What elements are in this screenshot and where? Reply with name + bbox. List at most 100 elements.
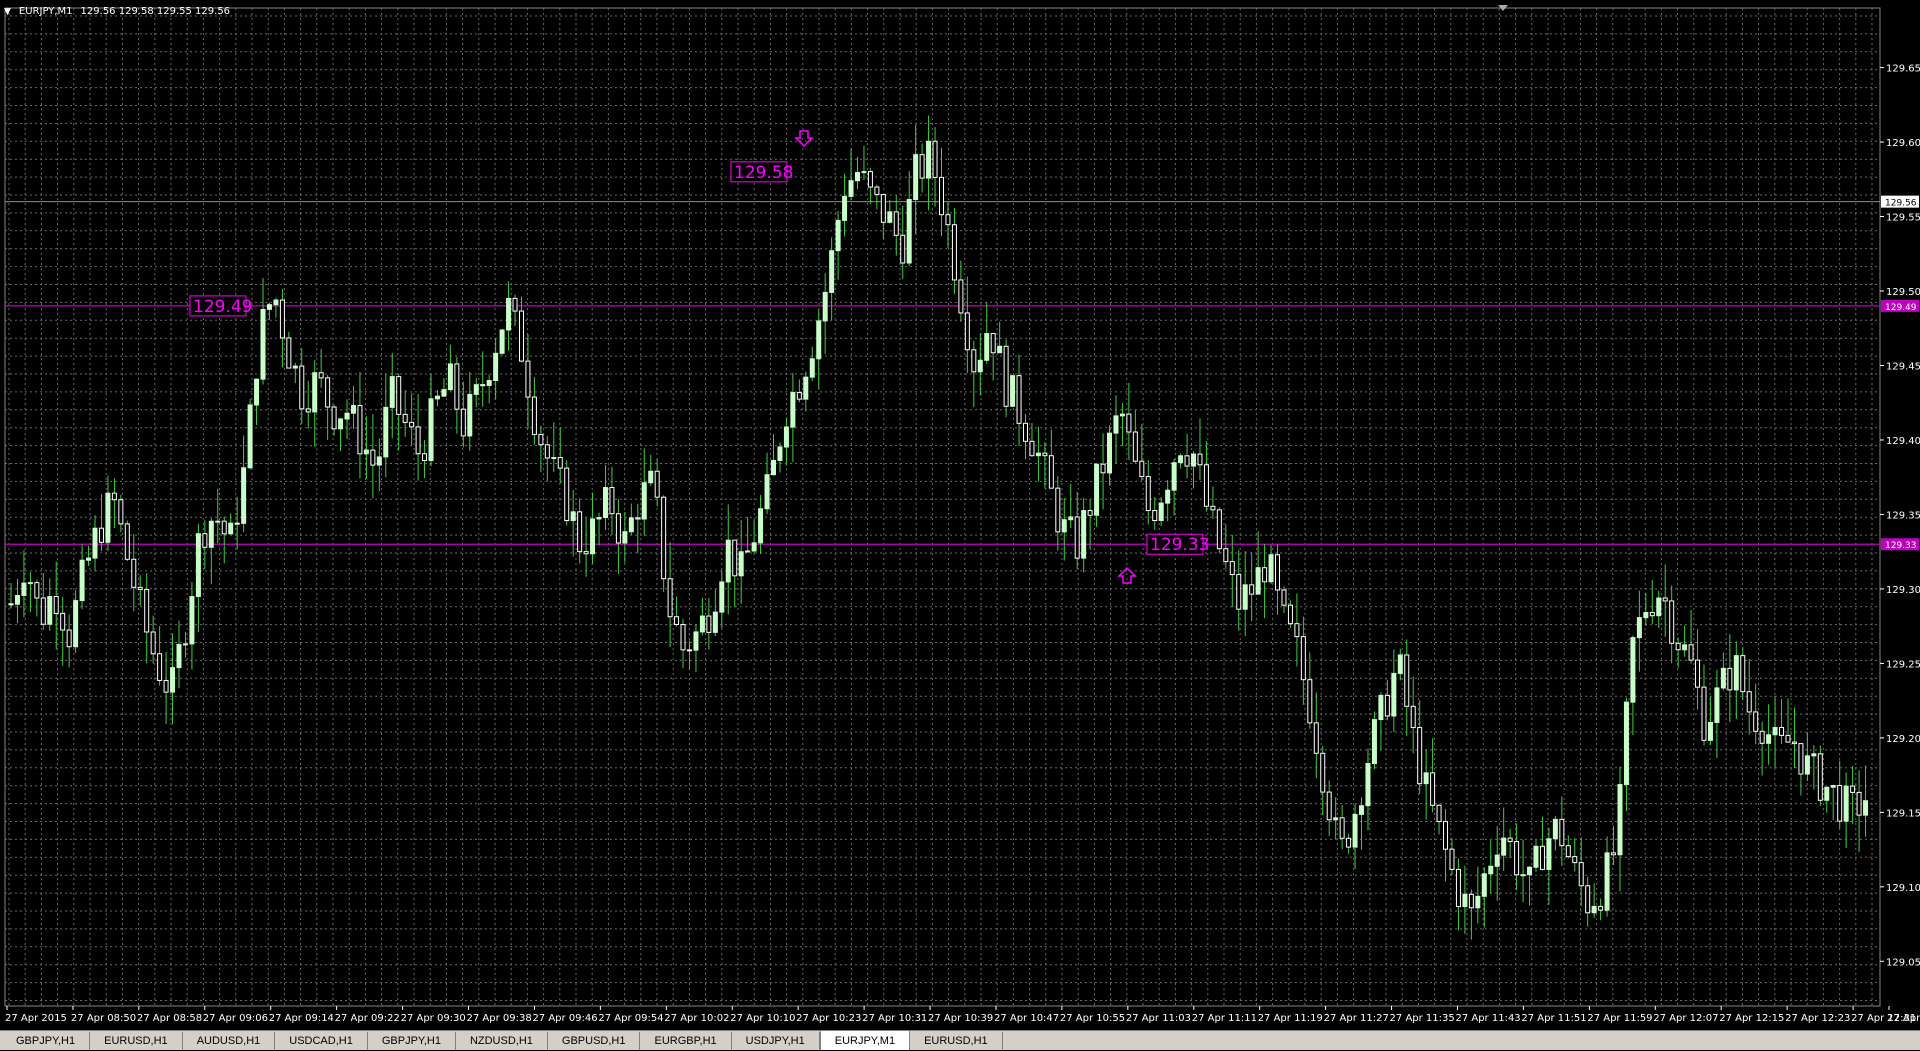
candle-bull (622, 531, 628, 544)
candle-bull (1371, 719, 1377, 765)
candle-bear (415, 426, 421, 455)
candle-bull (628, 517, 634, 533)
candle-bear (1126, 413, 1132, 433)
chart-tab[interactable]: NZDUSD,H1 (456, 1032, 548, 1050)
candle-bear (1779, 727, 1785, 736)
time-axis-label: 27 Apr 09:14 (269, 1013, 334, 1024)
candle-bear (1042, 452, 1048, 457)
collapse-triangle-icon[interactable]: ▼ (4, 7, 11, 17)
chart-tab[interactable]: EURUSD,H1 (910, 1032, 1003, 1050)
candle-bear (1785, 734, 1791, 743)
candle-bear (111, 492, 117, 501)
chart-tab[interactable]: AUDUSD,H1 (183, 1032, 276, 1050)
candle-bull (1720, 667, 1726, 689)
candle-bull (777, 446, 783, 461)
candle-bear (1281, 589, 1287, 606)
candle-bull (1617, 784, 1623, 856)
candle-bear (98, 527, 104, 543)
candle-bear (654, 470, 660, 498)
candle-bear (60, 612, 66, 631)
candle-bear (286, 337, 292, 369)
candle-bull (79, 559, 85, 602)
candle-bear (1430, 772, 1436, 806)
time-axis-label: 27 Apr 09:46 (532, 1013, 597, 1024)
candle-bull (350, 405, 356, 414)
level-text-label: 129.49 (193, 297, 252, 317)
price-chart[interactable]: 129.65 129.60 129.55 129.50 129.45 129.40 129.… (0, 0, 1920, 1030)
candle-bull (344, 412, 350, 420)
candle-bear (1695, 659, 1701, 688)
chart-tab[interactable]: GBPJPY,H1 (2, 1032, 91, 1050)
time-axis-label: 27 Apr 2015 (5, 1013, 67, 1024)
candle-bear (144, 588, 150, 633)
candle-bear (53, 596, 59, 614)
candle-bull (770, 459, 776, 476)
candle-bear (409, 421, 415, 428)
arrow-down-icon (794, 130, 814, 148)
chart-tab[interactable]: GBPJPY,H1 (368, 1032, 456, 1050)
candle-bull (596, 517, 602, 520)
candle-bear (1003, 345, 1009, 407)
candle-bear (609, 487, 615, 515)
candle-bear (1746, 691, 1752, 713)
time-axis-label: 27 Apr 09:22 (335, 1013, 400, 1024)
candle-bull (887, 211, 893, 223)
chart-tab[interactable]: GBPUSD,H1 (548, 1032, 641, 1050)
chart-tab[interactable]: EURUSD,H1 (90, 1032, 183, 1050)
candle-bear (945, 214, 951, 226)
candle-bear (544, 444, 550, 459)
candle-bull (699, 615, 705, 633)
candle-bull (389, 376, 395, 408)
time-axis-label: 27 Apr 12:15 (1719, 1013, 1784, 1024)
candle-bear (1701, 686, 1707, 741)
candle-bear (454, 363, 460, 410)
chart-tab[interactable]: EURGBP,H1 (640, 1032, 732, 1050)
candle-bear (422, 453, 428, 462)
candle-bear (279, 299, 285, 339)
candle-bull (92, 527, 98, 559)
candle-bear (1016, 375, 1022, 424)
time-axis-label: 27 Apr 11:51 (1521, 1013, 1586, 1024)
chart-tab[interactable]: USDJPY,H1 (732, 1032, 820, 1050)
price-axis-label: 129.60 (1886, 138, 1920, 149)
candle-bear (1455, 868, 1461, 908)
chart-tab[interactable]: EURJPY,M1 (819, 1030, 911, 1050)
arrow-up-icon (1117, 566, 1137, 584)
candle-bull (260, 308, 266, 380)
candle-bull (1804, 755, 1810, 775)
time-axis-label: 27 Apr 09:06 (203, 1013, 268, 1024)
candle-bear (1339, 817, 1345, 839)
candle-bull (783, 426, 789, 448)
candle-bull (273, 299, 279, 306)
price-axis-label: 129.65 (1886, 64, 1920, 75)
candle-bull (506, 297, 512, 331)
candle-bear (674, 616, 680, 626)
candle-bull (1533, 845, 1539, 868)
candle-bull (1255, 567, 1261, 595)
candle-bear (557, 457, 563, 469)
time-axis-label: 27 Apr 10:31 (862, 1013, 927, 1024)
chart-window[interactable]: 129.65 129.60 129.55 129.50 129.45 129.40 129.… (0, 0, 1920, 1030)
candle-bear (1468, 893, 1474, 909)
candle-bear (1572, 856, 1578, 864)
candle-bear (124, 523, 130, 560)
candle-bear (325, 377, 331, 408)
candle-bear (880, 194, 886, 223)
candle-bear (1443, 821, 1449, 850)
candle-bear (1100, 463, 1106, 474)
candle-bull (1158, 502, 1164, 521)
candle-bull (292, 365, 298, 369)
candle-bear (202, 533, 208, 548)
candle-bull (1165, 489, 1171, 504)
candle-bear (874, 186, 880, 196)
candle-bull (254, 378, 260, 406)
chart-header: ▼ EURJPY,M1 129.56 129.58 129.55 129.56 (4, 6, 230, 17)
candle-bull (312, 372, 318, 413)
candle-bear (40, 597, 46, 625)
time-axis-label: 27 Apr 11:11 (1192, 1013, 1257, 1024)
candle-bull (189, 596, 195, 645)
candle-bull (641, 482, 647, 520)
chart-tab[interactable]: USDCAD,H1 (275, 1032, 368, 1050)
candle-bull (493, 352, 499, 382)
candle-bear (305, 408, 311, 413)
